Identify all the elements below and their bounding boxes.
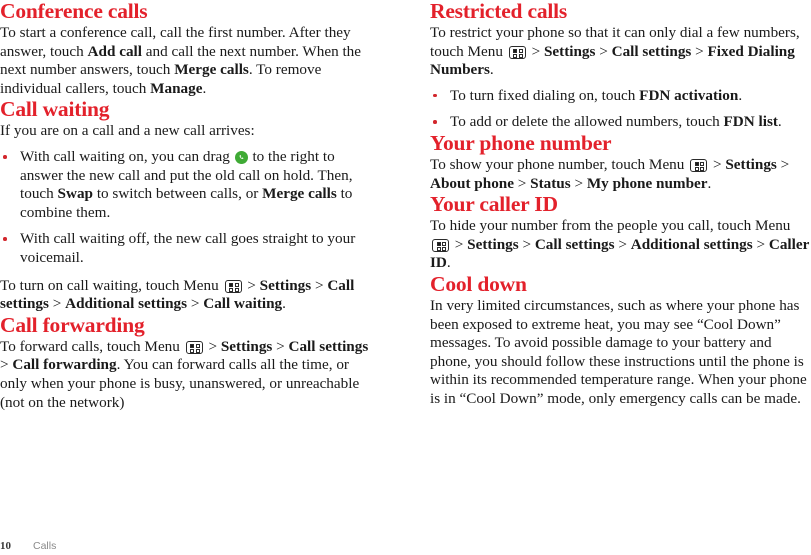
- paragraph-call-forwarding: To forward calls, touch Menu > Settings …: [0, 337, 369, 411]
- heading-call-forwarding: Call forwarding: [0, 312, 145, 337]
- emphasized-text: Additional settings: [630, 235, 753, 253]
- list-item-text: With call waiting off, the new call goes…: [20, 230, 356, 266]
- menu-key-icon: [224, 279, 242, 293]
- emphasized-text: Call settings: [288, 337, 369, 355]
- emphasized-text: Settings: [220, 337, 273, 355]
- menu-key-icon: [185, 340, 203, 354]
- list-item-text: With call waiting on, you can drag to th…: [20, 147, 353, 221]
- heading-restricted-calls: Restricted calls: [430, 0, 568, 23]
- emphasized-text: About phone: [430, 174, 514, 192]
- bullet-dot-icon: [3, 154, 7, 159]
- footer-chapter-name: Calls: [33, 540, 57, 552]
- emphasized-text: Settings: [543, 42, 596, 60]
- heading-your-caller-id: Your caller ID: [430, 192, 558, 217]
- bullet-dot-icon: [433, 93, 437, 98]
- footer-page-number: 10: [0, 540, 11, 552]
- menu-key-icon: [432, 238, 449, 252]
- emphasized-text: Call settings: [534, 235, 615, 253]
- paragraph-restricted-calls: To restrict your phone so that it can on…: [430, 24, 800, 79]
- emphasized-text: Additional settings: [65, 295, 188, 313]
- bullet-list-call-waiting: With call waiting on, you can drag to th…: [0, 148, 376, 268]
- answer-call-icon: [234, 150, 248, 164]
- list-item: To turn fixed dialing on, touch FDN acti…: [430, 87, 811, 106]
- list-item-text: To add or delete the allowed numbers, to…: [450, 113, 782, 131]
- bullet-dot-icon: [3, 237, 7, 241]
- emphasized-text: Add call: [87, 42, 142, 60]
- right-column: Restricted calls To restrict your phone …: [430, 0, 811, 409]
- emphasized-text: Merge calls: [174, 61, 249, 79]
- list-item-text: To turn fixed dialing on, touch FDN acti…: [450, 86, 743, 104]
- emphasized-text: Settings: [725, 155, 777, 173]
- emphasized-text: Settings: [259, 276, 312, 294]
- paragraph-your-caller-id: To hide your number from the people you …: [430, 217, 810, 272]
- paragraph-call-waiting-intro: If you are on a call and a new call arri…: [0, 122, 255, 140]
- bullet-dot-icon: [433, 120, 437, 124]
- emphasized-text: Call settings: [611, 42, 692, 60]
- emphasized-text: Swap: [57, 185, 94, 203]
- emphasized-text: My phone number: [586, 174, 708, 192]
- emphasized-text: Call forwarding: [12, 356, 117, 374]
- menu-key-icon: [508, 45, 526, 59]
- heading-your-phone-number: Your phone number: [430, 130, 612, 155]
- emphasized-text: Settings: [467, 235, 519, 253]
- emphasized-text: Manage: [150, 79, 203, 97]
- emphasized-text: Call waiting: [203, 295, 283, 313]
- emphasized-text: FDN list: [723, 113, 778, 131]
- emphasized-text: Status: [530, 174, 571, 192]
- heading-conference-calls: Conference calls: [0, 0, 148, 23]
- emphasized-text: Merge calls: [262, 185, 337, 203]
- paragraph-cool-down: In very limited circumstances, such as w…: [430, 296, 807, 407]
- paragraph-conference-calls: To start a conference call, call the fir…: [0, 24, 362, 97]
- list-item: With call waiting on, you can drag to th…: [0, 148, 376, 222]
- paragraph-call-waiting-closing: To turn on call waiting, touch Menu > Se…: [0, 276, 355, 313]
- menu-key-icon: [690, 158, 708, 172]
- list-item: With call waiting off, the new call goes…: [0, 230, 376, 267]
- paragraph-your-phone-number: To show your phone number, touch Menu > …: [430, 155, 790, 192]
- emphasized-text: FDN activation: [639, 86, 739, 104]
- bullet-list-restricted-calls: To turn fixed dialing on, touch FDN acti…: [430, 87, 811, 132]
- left-column: Conference calls To start a conference c…: [0, 0, 376, 412]
- heading-call-waiting: Call waiting: [0, 97, 110, 122]
- manual-page: Conference calls To start a conference c…: [0, 0, 811, 555]
- list-item: To add or delete the allowed numbers, to…: [430, 113, 811, 132]
- heading-cool-down: Cool down: [430, 271, 527, 296]
